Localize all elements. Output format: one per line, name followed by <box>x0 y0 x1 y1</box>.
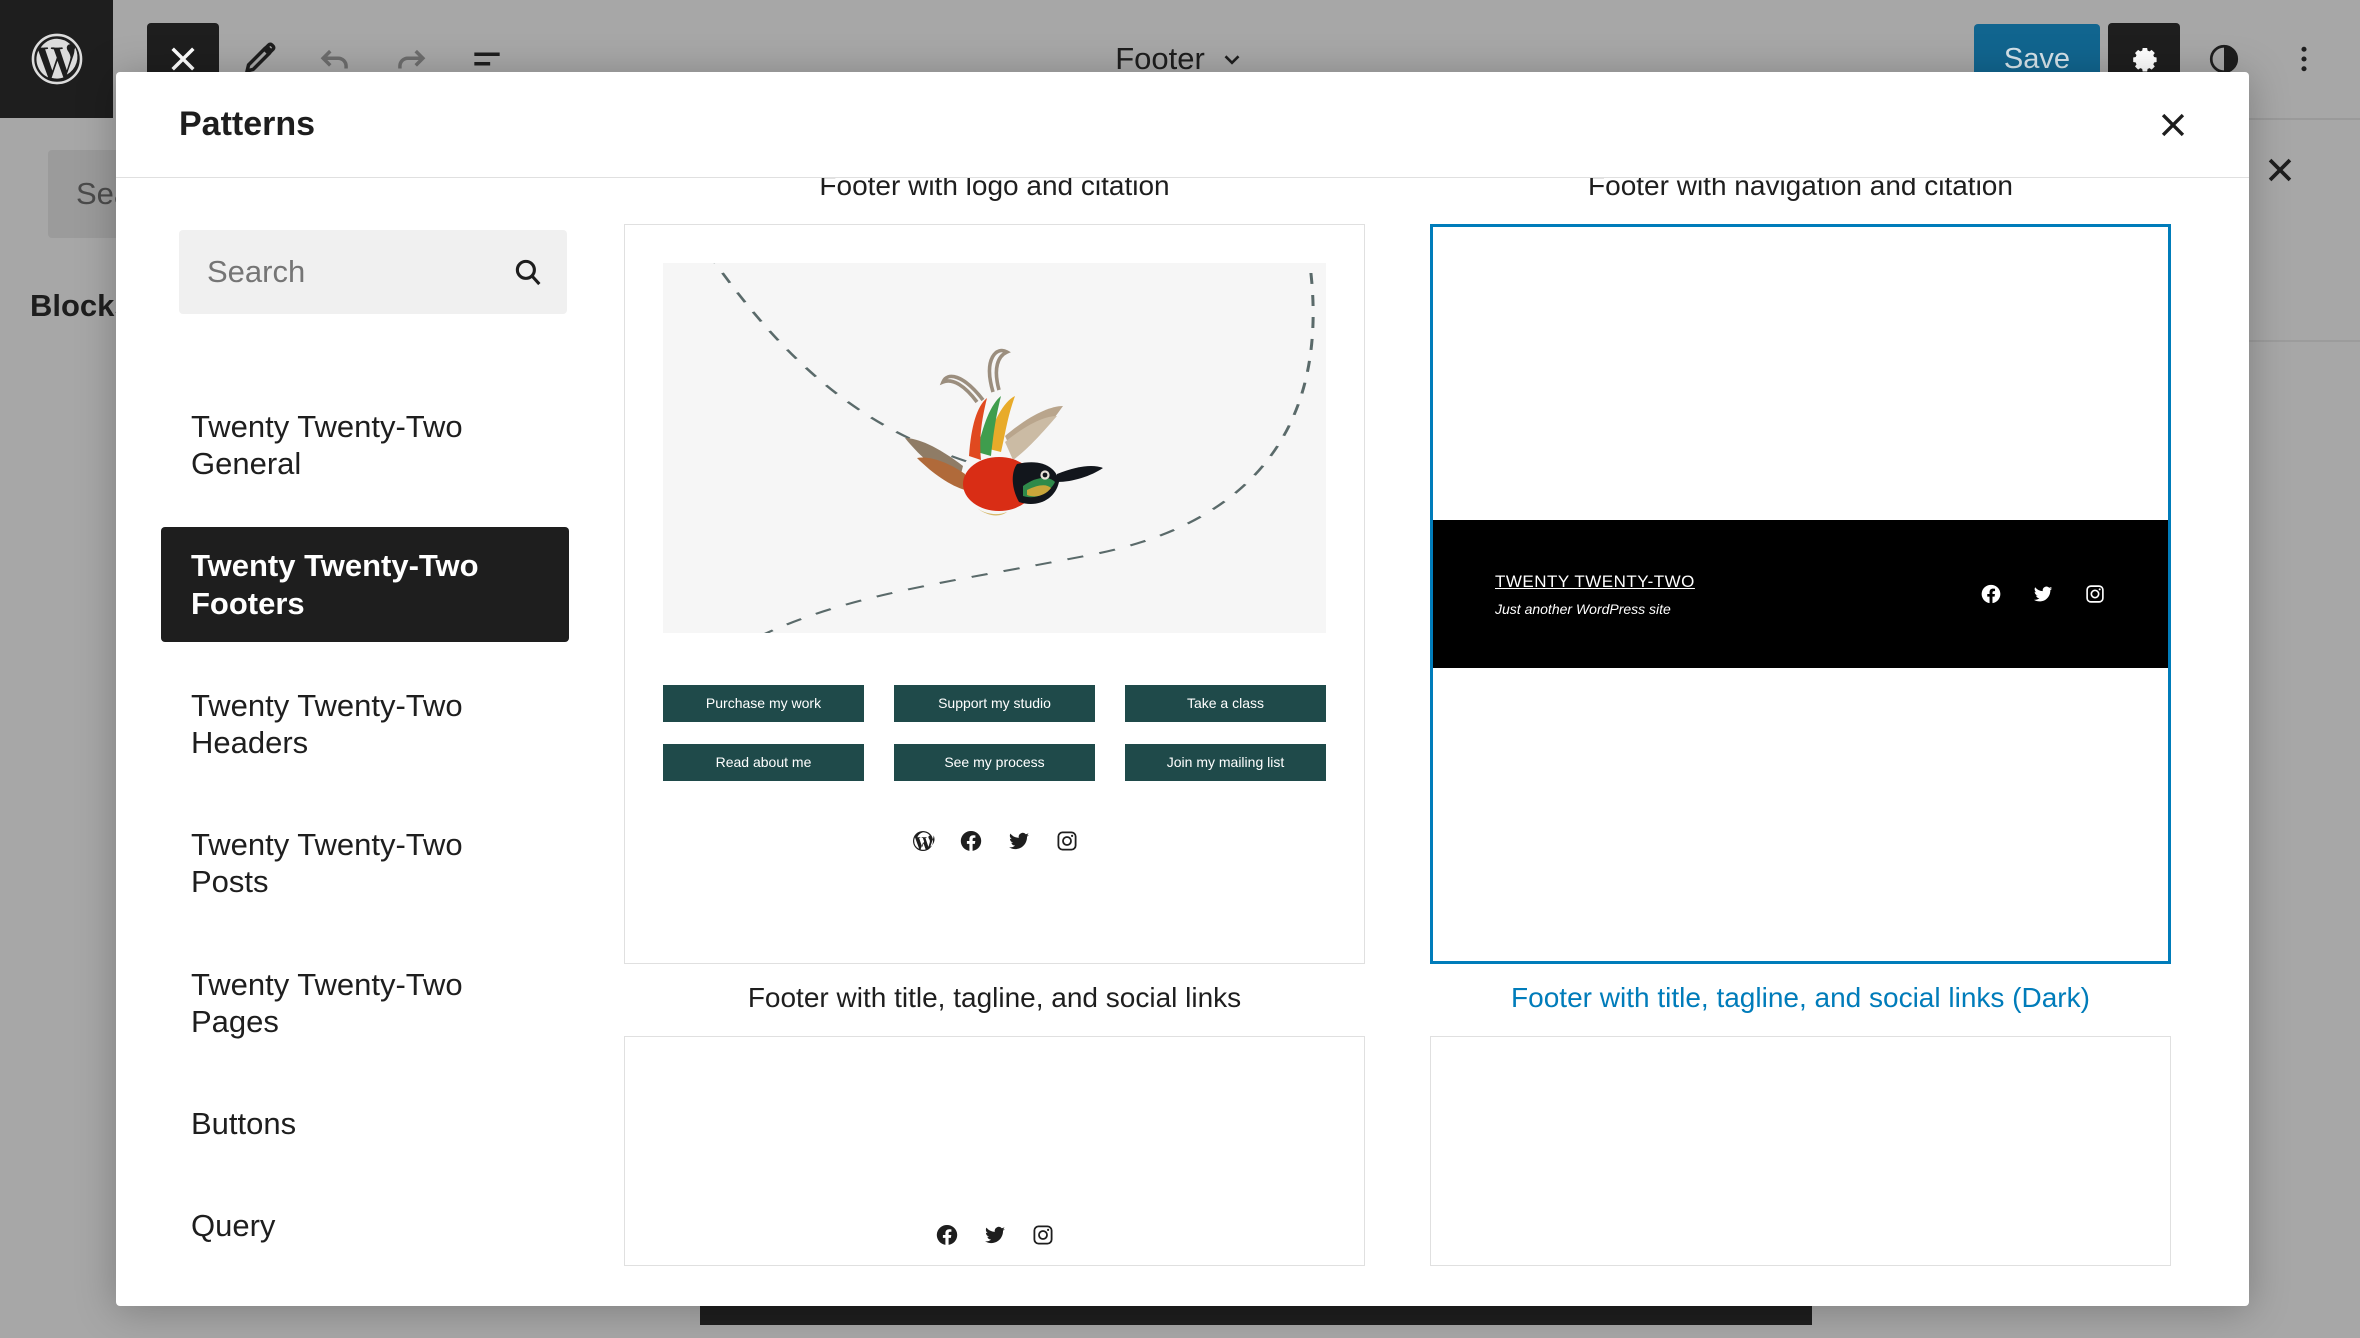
patterns-grid: Footer with logo and citation Footer wit… <box>624 178 2171 1266</box>
three-dots-vertical-icon <box>2286 41 2322 77</box>
pattern-preview[interactable] <box>1430 1036 2171 1266</box>
pattern-button[interactable]: Support my studio <box>894 685 1095 722</box>
pattern-caption: Footer with title, tagline, and social l… <box>624 964 1365 1036</box>
category-item-twenty-twenty-two-general[interactable]: Twenty Twenty-Two General <box>161 388 569 502</box>
search-icon <box>511 255 545 289</box>
patterns-category-list: Twenty Twenty-Two General Twenty Twenty-… <box>116 388 624 1264</box>
patterns-search-wrap <box>179 230 567 314</box>
pattern-button[interactable]: Take a class <box>1125 685 1326 722</box>
patterns-modal-body: Twenty Twenty-Two General Twenty Twenty-… <box>116 178 2249 1306</box>
twitter-icon <box>2032 583 2054 605</box>
facebook-icon <box>935 1223 959 1247</box>
inserter-close-button[interactable] <box>2245 135 2315 205</box>
pattern-card[interactable]: Footer with logo and citation <box>624 178 1365 224</box>
pattern-preview[interactable]: Purchase my work Support my studio Take … <box>624 224 1365 964</box>
patterns-search[interactable] <box>179 230 567 314</box>
pattern-preview[interactable] <box>624 1036 1365 1266</box>
patterns-search-input[interactable] <box>179 254 567 290</box>
pattern-card[interactable] <box>624 1036 1365 1266</box>
pattern-caption: Footer with navigation and citation <box>1430 178 2171 224</box>
category-item-twenty-twenty-two-pages[interactable]: Twenty Twenty-Two Pages <box>161 946 569 1060</box>
pattern-caption-selected: Footer with title, tagline, and social l… <box>1430 964 2171 1036</box>
preview-blank-top <box>1433 227 2168 520</box>
patterns-modal: Patterns Twenty Twenty-Two General Twent… <box>116 72 2249 1306</box>
pattern-button[interactable]: Join my mailing list <box>1125 744 1326 781</box>
facebook-icon <box>1980 583 2002 605</box>
category-item-twenty-twenty-two-footers[interactable]: Twenty Twenty-Two Footers <box>161 527 569 641</box>
dark-footer-bar: TWENTY TWENTY-TWO Just another WordPress… <box>1433 520 2168 668</box>
pattern-card[interactable]: Footer with navigation and citation <box>1430 178 2171 224</box>
instagram-icon <box>1055 829 1079 853</box>
more-options-button[interactable] <box>2268 23 2340 95</box>
patterns-grid-area[interactable]: Footer with logo and citation Footer wit… <box>624 178 2249 1306</box>
wordpress-logo-button[interactable] <box>0 0 113 118</box>
wordpress-icon <box>911 829 935 853</box>
twitter-icon <box>983 1223 1007 1247</box>
pattern-card[interactable] <box>1430 1036 2171 1266</box>
hummingbird-image <box>865 340 1125 570</box>
patterns-modal-close-button[interactable] <box>2141 93 2205 157</box>
pattern-social-links <box>625 1223 1364 1247</box>
pattern-button[interactable]: See my process <box>894 744 1095 781</box>
preview-blank-bottom <box>1433 668 2168 961</box>
wordpress-logo-icon <box>29 31 85 87</box>
facebook-icon <box>959 829 983 853</box>
hummingbird-illustration <box>663 263 1326 633</box>
instagram-icon <box>2084 583 2106 605</box>
patterns-sidebar: Twenty Twenty-Two General Twenty Twenty-… <box>116 178 624 1306</box>
category-item-twenty-twenty-two-posts[interactable]: Twenty Twenty-Two Posts <box>161 806 569 920</box>
pattern-button-grid: Purchase my work Support my studio Take … <box>663 685 1326 781</box>
dark-footer-social-links <box>1980 583 2106 605</box>
pattern-caption: Footer with logo and citation <box>624 178 1365 224</box>
pattern-button[interactable]: Read about me <box>663 744 864 781</box>
dark-footer-text-block: TWENTY TWENTY-TWO Just another WordPress… <box>1495 572 1695 617</box>
patterns-modal-header: Patterns <box>116 72 2249 178</box>
patterns-modal-title: Patterns <box>179 105 315 144</box>
category-item-query[interactable]: Query <box>161 1187 569 1264</box>
close-icon <box>2263 153 2297 187</box>
category-item-buttons[interactable]: Buttons <box>161 1085 569 1162</box>
site-title: TWENTY TWENTY-TWO <box>1495 572 1695 592</box>
pattern-button[interactable]: Purchase my work <box>663 685 864 722</box>
instagram-icon <box>1031 1223 1055 1247</box>
pattern-preview-selected[interactable]: TWENTY TWENTY-TWO Just another WordPress… <box>1430 224 2171 964</box>
pattern-card-footer-title-tagline-social[interactable]: Purchase my work Support my studio Take … <box>624 224 1365 1036</box>
category-item-twenty-twenty-two-headers[interactable]: Twenty Twenty-Two Headers <box>161 667 569 781</box>
close-icon <box>2156 108 2190 142</box>
twitter-icon <box>1007 829 1031 853</box>
site-tagline: Just another WordPress site <box>1495 601 1695 617</box>
chevron-down-icon[interactable] <box>1219 46 1245 72</box>
pattern-card-footer-title-tagline-social-dark[interactable]: TWENTY TWENTY-TWO Just another WordPress… <box>1430 224 2171 1036</box>
pattern-social-links <box>663 829 1326 853</box>
